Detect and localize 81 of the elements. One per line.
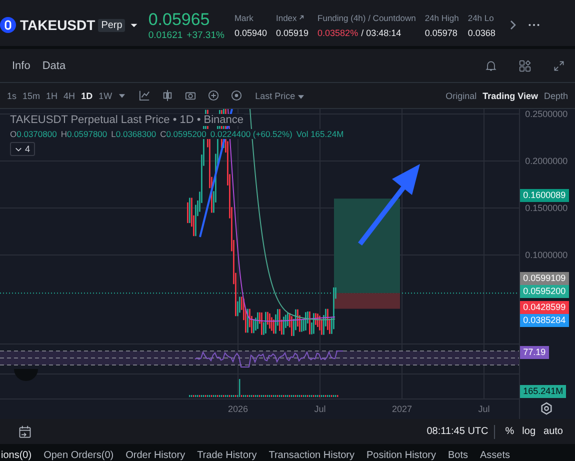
- interval-button[interactable]: 1D: [78, 90, 96, 100]
- stat-label: Funding (4h) / Countdown: [318, 12, 416, 22]
- stat-value: 0.05940: [234, 28, 267, 38]
- camera-icon[interactable]: [185, 90, 196, 101]
- price-change: 0.01621: [148, 30, 183, 40]
- time-tick: Jul: [478, 404, 490, 414]
- rsi-tag: 77.19: [520, 346, 549, 359]
- price-tick: 0.1000000: [525, 250, 568, 261]
- time-tick: 2027: [392, 404, 412, 414]
- external-link-icon[interactable]: [298, 15, 304, 20]
- nav-tab[interactable]: Info: [12, 60, 30, 72]
- interval-button[interactable]: 15m: [20, 90, 44, 100]
- chevron-right-icon[interactable]: [510, 20, 516, 30]
- ohlc-value: L0.0368300: [111, 129, 156, 139]
- stat-value: 0.05919: [276, 28, 309, 38]
- price-tag: 0.0385284: [520, 314, 569, 327]
- price-tick: 0.2500000: [525, 109, 568, 120]
- time-tick: Jul: [314, 404, 326, 414]
- stat-value: 0.03582%: [318, 28, 358, 38]
- bottom-tab[interactable]: Transaction History: [268, 450, 354, 461]
- symbol-name[interactable]: TAKEUSDT: [20, 17, 96, 33]
- ohlc-value: O0.0370800: [10, 129, 57, 139]
- expand-icon[interactable]: [553, 60, 565, 72]
- price-type-dropdown[interactable]: Last Price: [252, 90, 308, 100]
- chevron-down-icon: [15, 147, 22, 152]
- indicator-chart-icon[interactable]: [139, 90, 150, 101]
- plus-circle-icon[interactable]: [208, 90, 220, 101]
- settings-icon[interactable]: [540, 402, 554, 415]
- caret-icon[interactable]: [130, 22, 138, 28]
- price-change-percent: +37.31%: [186, 30, 224, 40]
- candles-icon[interactable]: [162, 90, 174, 101]
- bottom-tab[interactable]: Assets: [480, 450, 510, 461]
- interval-button[interactable]: 4H: [60, 90, 78, 100]
- view-tab[interactable]: Trading View: [480, 90, 541, 100]
- target-icon[interactable]: [231, 90, 242, 101]
- arrow-drawing[interactable]: [358, 164, 420, 246]
- price-tag: 0.0595200: [520, 285, 569, 298]
- ohlc-value: H0.0597800: [60, 129, 108, 139]
- stat-label: Mark: [234, 12, 254, 22]
- volume-value: Vol 165.24M: [296, 129, 344, 139]
- ohlc-value: C0.0595200: [160, 129, 206, 139]
- bottom-tab[interactable]: Open Orders(0): [44, 450, 114, 461]
- stat-label: Index: [276, 12, 297, 22]
- price-tag: 0.1600089: [520, 189, 569, 202]
- interval-button[interactable]: 1W: [96, 90, 116, 100]
- interval-button[interactable]: 1H: [43, 90, 61, 100]
- clock-time: 08:11:45 UTC: [426, 426, 488, 437]
- bell-icon[interactable]: [485, 60, 497, 72]
- volume-tag: 165.241M: [520, 385, 566, 398]
- calendar-icon[interactable]: [18, 424, 32, 438]
- interval-button[interactable]: 1s: [4, 90, 20, 100]
- last-price: 0.05965: [148, 10, 211, 30]
- scale-option[interactable]: log: [518, 426, 540, 437]
- price-tag: 0.0599109: [520, 272, 569, 285]
- coin-logo-icon: [0, 17, 16, 33]
- stat-label: 24h Lo: [468, 12, 494, 22]
- bottom-tab[interactable]: Bots: [448, 450, 468, 461]
- bottom-tab[interactable]: Order History: [126, 450, 186, 461]
- indicators-toggle[interactable]: 4: [10, 142, 36, 156]
- caret-icon: [298, 94, 304, 98]
- stat-value: 0.05978: [424, 28, 458, 38]
- chart-title: TAKEUSDT Perpetual Last Price • 1D • Binance: [10, 114, 244, 126]
- bottom-tab[interactable]: Trade History: [197, 450, 257, 461]
- scale-option[interactable]: %: [501, 426, 518, 437]
- contract-badge: Perp: [98, 18, 126, 32]
- time-tick: 2026: [228, 404, 248, 414]
- scale-option[interactable]: auto: [540, 426, 567, 437]
- countdown-value: / 03:48:14: [361, 28, 402, 38]
- layout-grid-icon[interactable]: [519, 60, 531, 72]
- price-tick: 0.1500000: [525, 203, 568, 214]
- change-value: 0.0224400 (+60.52%): [210, 129, 292, 139]
- price-tick: 0.2000000: [525, 156, 568, 167]
- stat-value: 0.0368: [468, 28, 496, 38]
- stat-label: 24h High: [424, 12, 459, 22]
- view-tab[interactable]: Depth: [540, 90, 571, 100]
- more-icon[interactable]: [528, 23, 540, 27]
- bottom-tab[interactable]: Position History: [366, 450, 436, 461]
- bottom-tab[interactable]: ions(0): [1, 450, 32, 461]
- nav-tab[interactable]: Data: [42, 60, 66, 72]
- view-tab[interactable]: Original: [442, 90, 480, 100]
- price-tag: 0.0428599: [520, 301, 569, 314]
